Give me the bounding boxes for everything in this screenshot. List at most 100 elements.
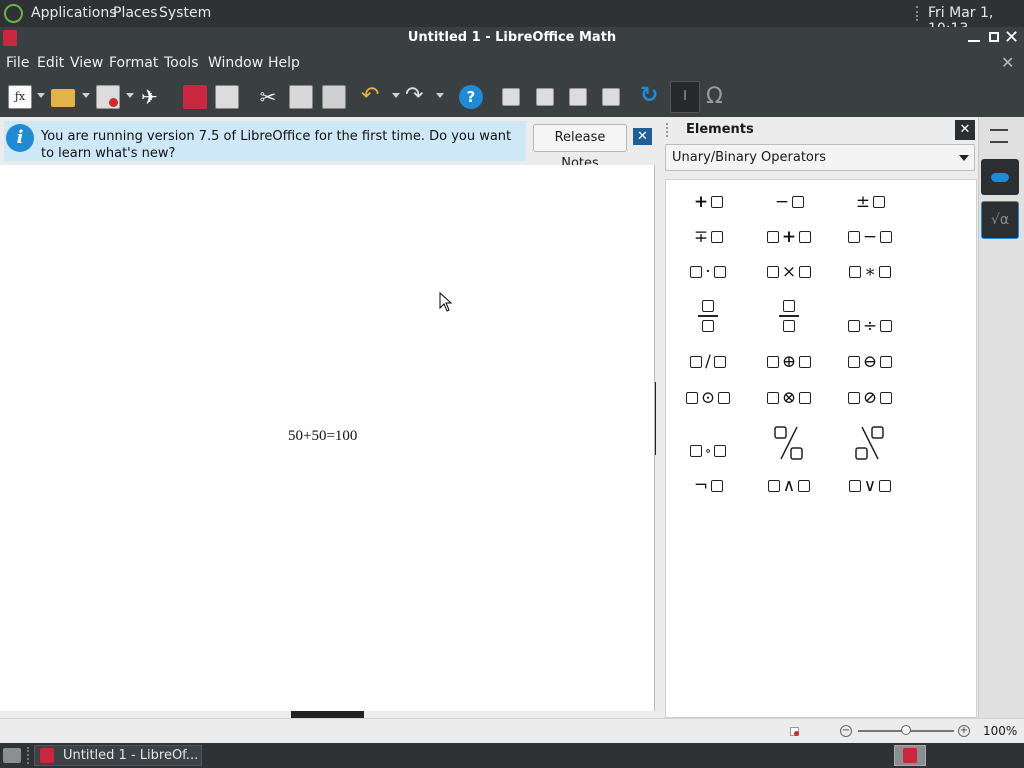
category-select-value: Unary/Binary Operators xyxy=(672,150,827,165)
app-menu-icon[interactable] xyxy=(4,4,23,23)
panel-menu-system[interactable]: System xyxy=(159,5,211,21)
standard-toolbar: ƒx ✈ ✂ ↶ ↷ ? ↻ I Ω xyxy=(0,77,1024,117)
export-pdf-icon[interactable] xyxy=(183,85,207,109)
scrollbar-thumb[interactable] xyxy=(291,711,364,718)
info-icon: i xyxy=(6,124,34,152)
panel-menu-places[interactable]: Places xyxy=(113,5,158,21)
redo-icon[interactable]: ↷ xyxy=(405,85,429,109)
element-concatenate[interactable]: ∘ xyxy=(678,436,738,466)
formula-preview: 50+50=100 xyxy=(288,428,358,444)
close-icon[interactable]: ✕ xyxy=(633,128,652,145)
help-icon[interactable]: ? xyxy=(459,85,483,109)
zoom-in-status-icon[interactable]: + xyxy=(958,725,970,737)
print-icon[interactable] xyxy=(215,85,239,109)
element-plus[interactable]: + xyxy=(678,187,738,217)
release-notes-button[interactable]: Release Notes xyxy=(533,124,627,171)
zoom-out-status-icon[interactable]: − xyxy=(840,725,852,737)
menu-window[interactable]: Window xyxy=(208,55,263,71)
panel-separator xyxy=(916,6,919,21)
properties-icon[interactable] xyxy=(981,159,1019,195)
minimize-icon[interactable] xyxy=(968,32,980,42)
statusbar: − + 100% xyxy=(0,718,1024,743)
element-divide[interactable]: ÷ xyxy=(840,311,900,341)
element-fraction[interactable] xyxy=(678,296,738,336)
element-dot-multiply[interactable]: · xyxy=(678,257,738,287)
zoom-slider[interactable] xyxy=(858,725,954,735)
undo-icon[interactable]: ↶ xyxy=(361,85,385,109)
element-and[interactable]: ∧ xyxy=(759,471,819,501)
element-not[interactable]: ¬ xyxy=(678,471,738,501)
category-select[interactable]: Unary/Binary Operators xyxy=(665,144,975,171)
element-circled-times[interactable]: ⊗ xyxy=(759,383,819,413)
element-minus[interactable]: − xyxy=(759,187,819,217)
sidebar-menu-icon[interactable] xyxy=(990,129,1008,143)
copy-icon[interactable] xyxy=(289,85,313,109)
menu-help[interactable]: Help xyxy=(268,55,300,71)
zoom-percentage[interactable]: 100% xyxy=(983,724,1017,738)
close-document-icon[interactable]: ✕ xyxy=(1001,53,1014,72)
elements-sidebar: Elements ✕ Unary/Binary Operators + − ± … xyxy=(656,117,978,718)
element-wide-slash[interactable] xyxy=(759,420,819,466)
taskbar-button-label: Untitled 1 - LibreOf... xyxy=(63,748,199,763)
zoom-out-icon[interactable] xyxy=(536,88,554,106)
element-wide-backslash[interactable] xyxy=(840,420,900,466)
cut-icon[interactable]: ✂ xyxy=(256,85,280,109)
element-slash[interactable]: / xyxy=(678,347,738,377)
infobar: i You are running version 7.5 of LibreOf… xyxy=(0,117,656,171)
element-circled-slash[interactable]: ⊘ xyxy=(840,383,900,413)
save-icon[interactable] xyxy=(96,85,120,109)
menu-tools[interactable]: Tools xyxy=(164,55,199,71)
element-minus-plus[interactable]: ∓ xyxy=(678,222,738,252)
open-icon[interactable] xyxy=(51,89,75,107)
window-close-icon[interactable]: ✕ xyxy=(1004,27,1019,48)
elements-deck-icon[interactable]: √α xyxy=(981,201,1019,239)
top-panel: Applications Places System Fri Mar 1, 10… xyxy=(0,0,1024,37)
element-plus-minus[interactable]: ± xyxy=(840,187,900,217)
menu-format[interactable]: Format xyxy=(109,55,158,71)
menu-edit[interactable]: Edit xyxy=(37,55,64,71)
element-addition[interactable]: + xyxy=(759,222,819,252)
show-all-icon[interactable] xyxy=(602,88,620,106)
document-modified-icon[interactable] xyxy=(790,727,799,736)
formula-cursor-icon[interactable]: I xyxy=(670,81,700,113)
element-circled-minus[interactable]: ⊖ xyxy=(840,347,900,377)
zoom-slider-thumb[interactable] xyxy=(901,725,911,735)
element-asterisk[interactable]: ∗ xyxy=(840,257,900,287)
menu-file[interactable]: File xyxy=(6,55,29,71)
panel-menu-applications[interactable]: Applications xyxy=(31,5,117,21)
maximize-icon[interactable] xyxy=(989,32,999,42)
formula-document[interactable]: 50+50=100 xyxy=(0,165,655,711)
window-titlebar: Untitled 1 - LibreOffice Math ✕ xyxy=(0,27,1024,50)
workspace-switcher[interactable] xyxy=(894,745,926,766)
menu-view[interactable]: View xyxy=(70,55,103,71)
element-circled-dot[interactable]: ⊙ xyxy=(678,383,738,413)
horizontal-scrollbar[interactable] xyxy=(0,711,655,718)
symbols-icon[interactable]: Ω xyxy=(706,85,730,109)
zoom-100-icon[interactable] xyxy=(569,88,587,106)
taskbar-button-libreoffice[interactable]: Untitled 1 - LibreOf... xyxy=(34,745,202,766)
element-division-fraction[interactable] xyxy=(759,296,819,336)
infobar-message: You are running version 7.5 of LibreOffi… xyxy=(41,129,512,161)
save-dropdown-icon[interactable] xyxy=(126,93,134,98)
chevron-down-icon xyxy=(959,155,969,161)
sidebar-close-icon[interactable]: ✕ xyxy=(955,120,975,140)
element-subtraction[interactable]: − xyxy=(840,222,900,252)
grip-icon[interactable] xyxy=(666,123,669,137)
open-dropdown-icon[interactable] xyxy=(82,93,90,98)
menubar: File Edit View Format Tools Window Help … xyxy=(0,50,1024,77)
send-icon[interactable]: ✈ xyxy=(141,85,165,109)
new-formula-icon[interactable]: ƒx xyxy=(8,85,32,109)
paste-icon[interactable] xyxy=(322,85,346,109)
redo-dropdown-icon[interactable] xyxy=(436,93,444,98)
update-icon[interactable]: ↻ xyxy=(640,85,664,109)
element-times[interactable]: × xyxy=(759,257,819,287)
new-dropdown-icon[interactable] xyxy=(37,93,45,98)
elements-grid: + − ± ∓ + − · × ∗ ÷ / ⊕ ⊖ ⊙ ⊗ ⊘ ∘ ¬ ∧ ∨ xyxy=(665,179,977,718)
show-desktop-icon[interactable] xyxy=(3,748,21,763)
zoom-in-icon[interactable] xyxy=(502,88,520,106)
undo-dropdown-icon[interactable] xyxy=(392,93,400,98)
sidebar-title: Elements xyxy=(686,122,754,137)
sidebar-deck-tabbar: √α xyxy=(978,117,1024,718)
element-circled-plus[interactable]: ⊕ xyxy=(759,347,819,377)
element-or[interactable]: ∨ xyxy=(840,471,900,501)
